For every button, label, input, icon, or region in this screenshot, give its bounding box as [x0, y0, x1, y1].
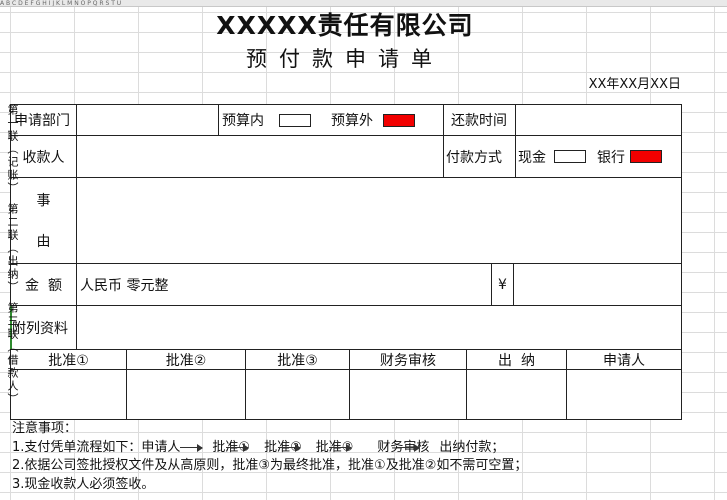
cash-checkbox[interactable]: [554, 136, 586, 177]
notes-line-1-prefix: 1.支付凭单流程如下：: [12, 439, 142, 455]
date-field[interactable]: XX年XX月XX日: [589, 73, 681, 92]
approval-2-sign[interactable]: [127, 370, 245, 419]
cash-label: 现金: [518, 149, 546, 166]
cashier-label: 出 纳: [498, 352, 535, 369]
form-title: 预付款申请单: [246, 47, 444, 71]
application-form: 申请部门 预算内 预算外 还款时间 收款人 付款方式 现金 银行 事 由 金 额…: [10, 104, 682, 420]
company-name: XXXXX责任有限公司: [216, 11, 474, 40]
copy-2-label: 第二联（出纳）: [6, 203, 19, 294]
applicant-sign[interactable]: [567, 370, 681, 419]
approval-3-sign[interactable]: [246, 370, 349, 419]
finance-review-sign[interactable]: [350, 370, 466, 419]
notes-line-3: 3.现金收款人必须签收。: [12, 476, 155, 492]
matter-label-2: 由: [36, 234, 51, 250]
attach-label: 附列资料: [12, 320, 68, 337]
copy-3-label: 第三联（借款人）: [6, 302, 19, 406]
budget-out-label: 预算外: [331, 113, 373, 129]
amount-words[interactable]: 人民币 零元整: [80, 264, 490, 305]
cashier-sign[interactable]: [467, 370, 566, 419]
payee-label: 收款人: [22, 149, 65, 166]
budget-in-label: 预算内: [222, 113, 264, 129]
dept-label: 申请部门: [14, 113, 70, 129]
copy-1-label: 第一联（记账）: [6, 104, 19, 195]
approval-2-label: 批准②: [165, 352, 207, 369]
flow-step: 申请人: [141, 439, 181, 455]
repay-label: 还款时间: [451, 113, 507, 129]
notes-line-2: 2.依据公司签批授权文件及从高原则，批准③为最终批准，批准①及批准②如不需可空置…: [12, 458, 528, 473]
arrow-icon: [180, 443, 204, 452]
bank-label: 银行: [597, 149, 625, 166]
repay-input[interactable]: [516, 105, 680, 135]
attach-input[interactable]: [77, 306, 681, 349]
notes-line-1: 1.支付凭单流程如下：申请人 批准① 批准② 批准③ 财务审核 出纳付款；: [12, 439, 527, 458]
amount-label: 金 额: [25, 277, 62, 294]
arrow-icon: [226, 443, 250, 452]
notes: 注意事项： 1.支付凭单流程如下：申请人 批准① 批准② 批准③ 财务审核 出纳付款； 2…: [12, 420, 527, 494]
finance-review-label: 财务审核: [380, 352, 436, 369]
pay-method-label: 付款方式: [446, 149, 502, 166]
dept-input[interactable]: [77, 105, 218, 135]
approval-1-sign[interactable]: [11, 370, 126, 419]
bank-checkbox[interactable]: [630, 136, 662, 177]
budget-out-checkbox[interactable]: [383, 105, 415, 135]
applicant-label: 申请人: [603, 352, 645, 369]
arrow-icon: [277, 443, 301, 452]
flow-step: 出纳付款；: [439, 439, 505, 455]
arrow-icon: [329, 443, 353, 452]
yen-symbol: ¥: [498, 276, 507, 293]
payee-input[interactable]: [77, 136, 443, 177]
approval-3-label: 批准③: [277, 352, 318, 369]
approval-1-label: 批准①: [48, 352, 89, 369]
notes-title: 注意事项：: [12, 421, 78, 436]
budget-in-checkbox[interactable]: [279, 105, 311, 135]
amount-figure-input[interactable]: [514, 264, 681, 305]
matter-input[interactable]: [77, 178, 681, 263]
matter-label-1: 事: [36, 193, 51, 209]
arrow-icon: [397, 443, 421, 452]
